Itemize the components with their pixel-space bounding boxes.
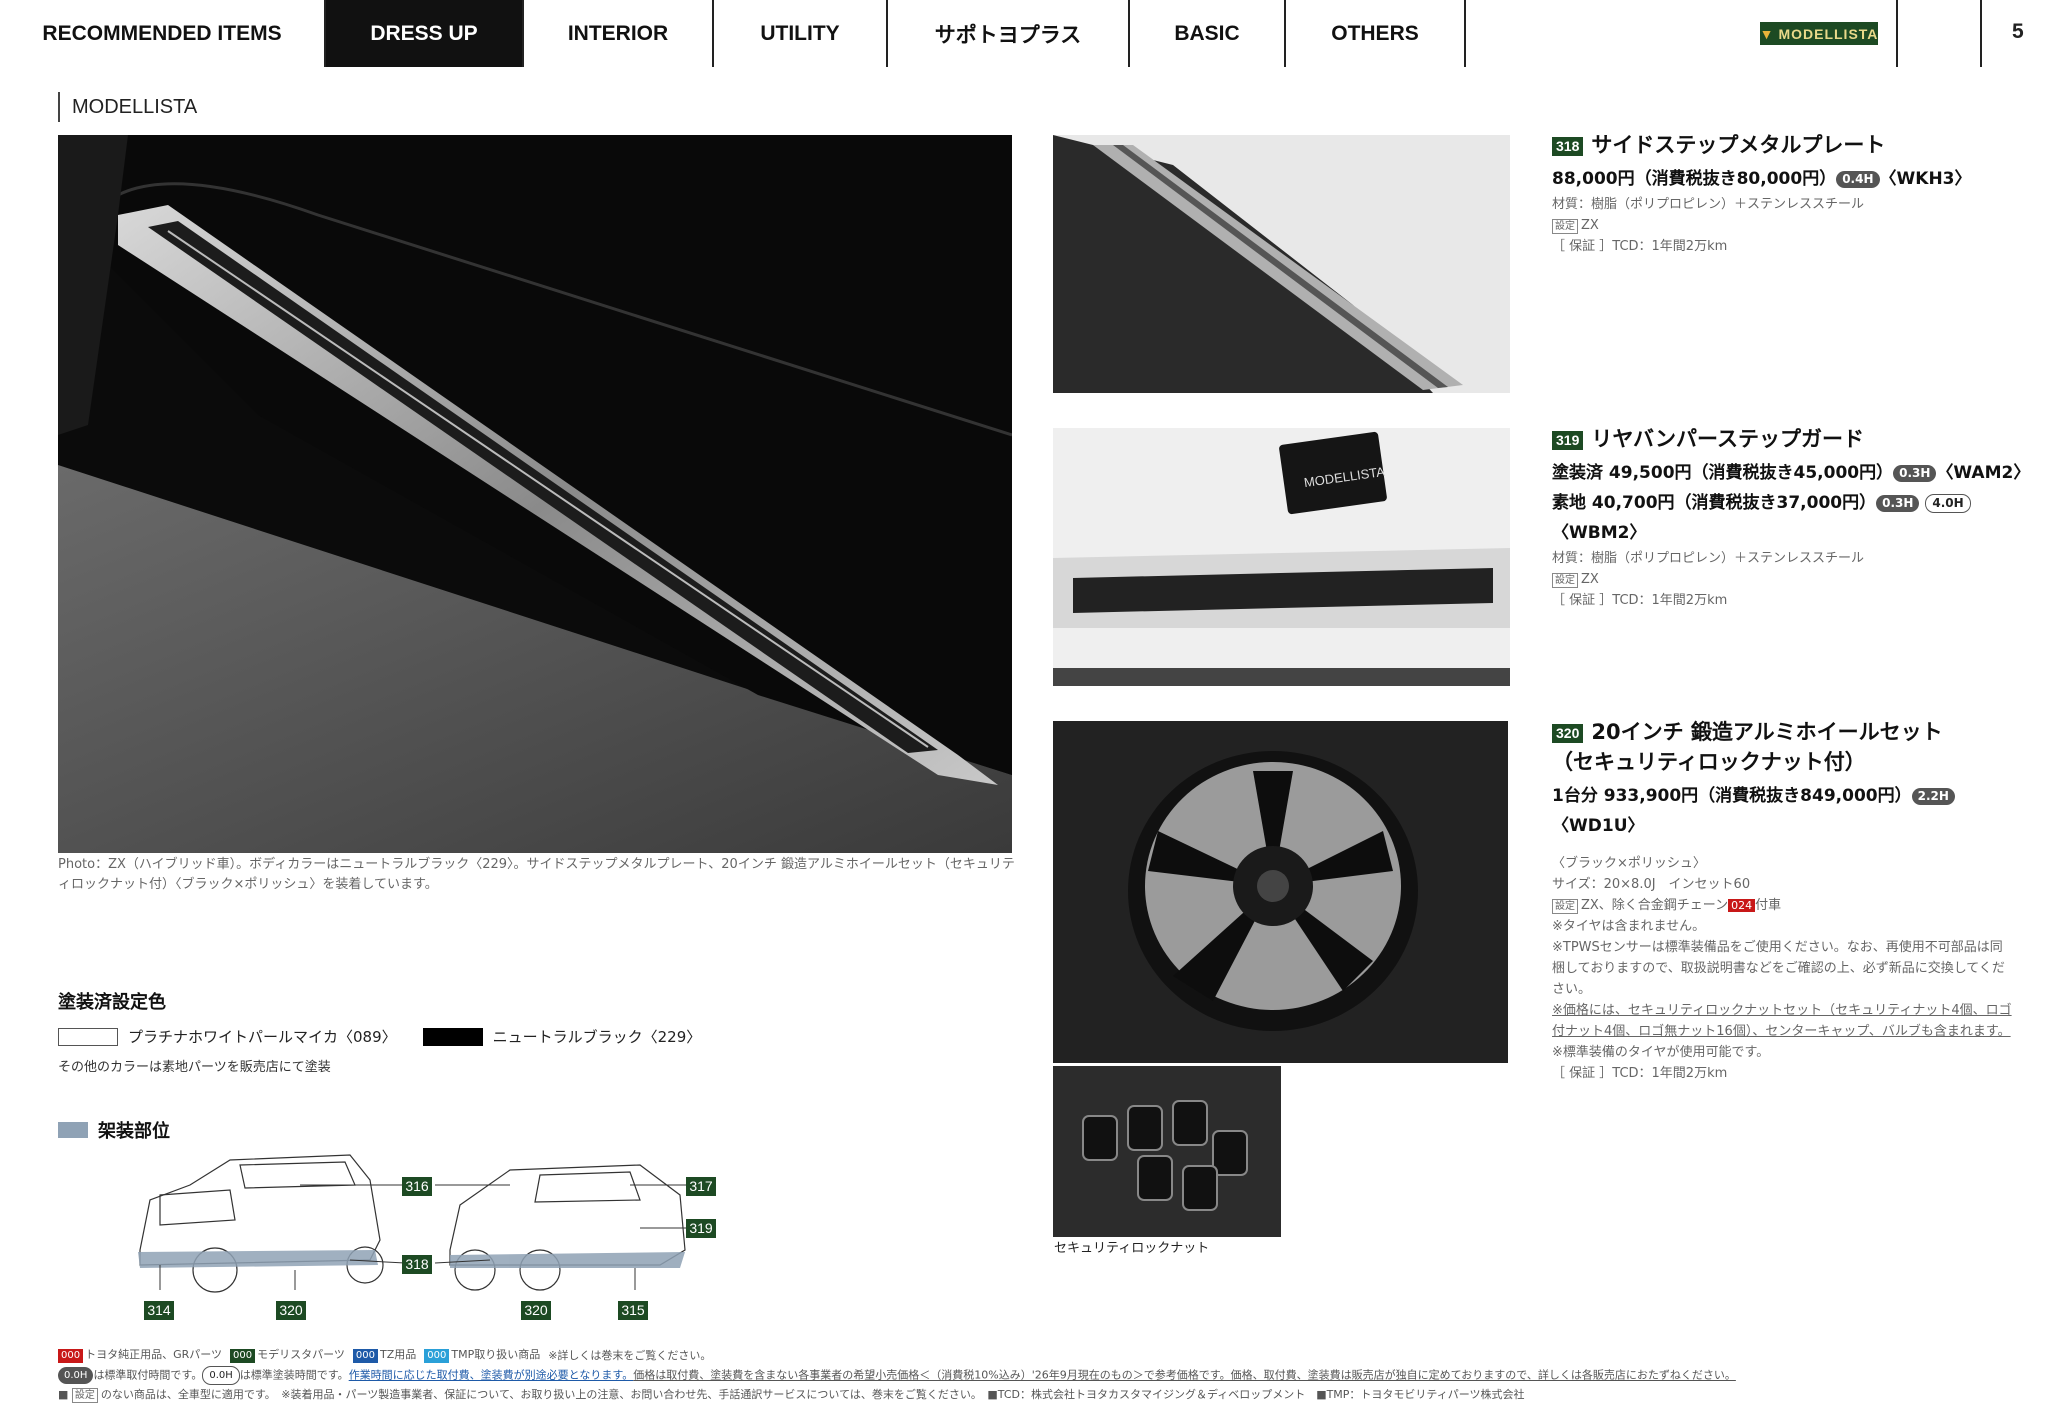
color: 〈ブラック×ポリッシュ〉 [1552, 856, 1706, 871]
size: サイズ：20×8.0J インセット60 [1552, 877, 1751, 892]
product-320: 320 20インチ 鍛造アルミホイールセット （セキュリティロックナット付） 1台… [1552, 717, 2012, 1084]
install-hours-pill: 0.3H [1876, 494, 1920, 512]
swatch-white [58, 1027, 118, 1046]
lock-nut-caption: セキュリティロックナット [1054, 1241, 1210, 1256]
main-photo-caption: Photo：ZX（ハイブリッド車）。ボディカラーはニュートラルブラック〈229〉… [58, 857, 1015, 892]
product-code: 318 [1552, 136, 1584, 156]
page-number: 5 [2012, 20, 2024, 43]
setting-code-badge: 024 [1728, 899, 1756, 912]
footer-line-3: ■ 設定 のない商品は、全車型に適用です。 ※装着用品・パーツ製造事業者、保証につ… [58, 1388, 1525, 1403]
tab-interior[interactable]: INTERIOR [524, 0, 714, 67]
tab-dress-up[interactable]: DRESS UP [326, 0, 524, 67]
price-line: 塗装済 49,500円（消費税抜き45,000円） 0.3H 〈WAM2〉 [1552, 463, 2031, 483]
setting-tag: 設定 [1552, 573, 1578, 588]
setting-tag: 設定 [1552, 219, 1578, 234]
paint-colors: プラチナホワイトパールマイカ〈089〉 ニュートラルブラック〈229〉 [58, 1026, 701, 1047]
tab-others[interactable]: OTHERS [1286, 0, 1466, 67]
setting-tag: 設定 [1552, 899, 1578, 914]
paint-note: その他のカラーは素地パーツを販売店にて塗装 [58, 1060, 331, 1075]
note: ※標準装備のタイヤが使用可能です。 [1552, 1045, 1770, 1060]
price-line: 素地 40,700円（消費税抜き37,000円） 0.3H 4.0H〈WBM2〉 [1552, 488, 2032, 548]
product-title: 20インチ 鍛造アルミホイールセット [1591, 720, 1943, 744]
product-photo-319: MODELLISTA [1053, 428, 1510, 686]
tab-recommended-items[interactable]: RECOMMENDED ITEMS [0, 0, 326, 67]
paint-heading: 塗装済設定色 [58, 992, 166, 1013]
modellista-logo: ▼ MODELLISTA [1760, 22, 1878, 45]
color-name: ニュートラルブラック〈229〉 [492, 1028, 702, 1046]
marker-318: 318 [402, 1255, 432, 1274]
nav-divider [1980, 0, 1982, 67]
marker-315: 315 [618, 1301, 648, 1320]
footer-legend: 000 トヨタ純正用品、GRパーツ 000 モデリスタパーツ 000 TZ用品 000… [58, 1346, 711, 1363]
nav-divider [1896, 0, 1898, 67]
product-319: 319 リヤバンパーステップガード 塗装済 49,500円（消費税抜き45,000… [1552, 424, 2032, 611]
marker-319: 319 [686, 1219, 716, 1238]
material: 材質：樹脂（ポリプロピレン）＋ステンレススチール [1552, 551, 1865, 566]
top-nav: RECOMMENDED ITEMS DRESS UP INTERIOR UTIL… [0, 0, 2048, 67]
warranty: ［ 保証 ］TCD：1年間2万km [1552, 1066, 1728, 1081]
install-hours-pill: 0.3H [1893, 464, 1937, 482]
mounting-legend-swatch [58, 1122, 88, 1138]
color-name: プラチナホワイトパールマイカ〈089〉 [128, 1028, 397, 1046]
product-code: 319 [1552, 430, 1584, 450]
product-photo-320-wheel [1053, 721, 1508, 1063]
setting: 設定 ZX [1552, 215, 2022, 236]
product-title: リヤバンパーステップガード [1591, 427, 1864, 451]
marker-320: 320 [276, 1301, 306, 1320]
warranty: ［ 保証 ］TCD：1年間2万km [1552, 239, 1728, 254]
note: ※価格には、セキュリティロックナットセット（セキュリティナット4個、ロゴ付ナット… [1552, 1003, 2012, 1039]
material: 材質：樹脂（ポリプロピレン）＋ステンレススチール [1552, 197, 1865, 212]
product-photo-lock-nut [1053, 1066, 1281, 1237]
mounting-diagram [120, 1140, 740, 1320]
product-photo-318 [1053, 135, 1510, 393]
tab-sapo-toyo-plus[interactable]: サポトヨプラス [888, 0, 1130, 67]
setting: 設定 ZX、除く合金鋼チェーン 024 付車 [1552, 895, 2012, 916]
section-title: MODELLISTA [58, 92, 197, 122]
note: ※タイヤは含まれません。 [1552, 919, 1706, 934]
product-title: サイドステップメタルプレート [1591, 133, 1886, 157]
product-code: 320 [1552, 723, 1584, 743]
marker-314: 314 [144, 1301, 174, 1320]
paint-hours-pill: 4.0H [1925, 493, 1971, 513]
warranty: ［ 保証 ］TCD：1年間2万km [1552, 593, 1728, 608]
product-title-line2: （セキュリティロックナット付） [1552, 750, 1866, 774]
swatch-black [422, 1027, 483, 1046]
marker-320: 320 [521, 1301, 551, 1320]
tab-utility[interactable]: UTILITY [714, 0, 888, 67]
setting: 設定 ZX [1552, 569, 2032, 590]
product-318: 318 サイドステップメタルプレート 88,000円（消費税抜き80,000円） 0… [1552, 130, 2022, 257]
install-hours-pill: 2.2H [1911, 787, 1955, 805]
tab-basic[interactable]: BASIC [1130, 0, 1286, 67]
price-line: 1台分 933,900円（消費税抜き849,000円） 2.2H〈WD1U〉 [1552, 781, 2012, 841]
marker-316: 316 [402, 1177, 432, 1196]
note: ※TPWSセンサーは標準装備品をご使用ください。なお、再使用不可部品は同梱してお… [1552, 940, 2005, 997]
install-hours-pill: 0.4H [1836, 170, 1880, 188]
main-photo-side-step [58, 135, 1012, 853]
marker-317: 317 [686, 1177, 716, 1196]
footer-line-2: 0.0H は標準取付時間です。 0.0H は標準塗装時間です。作業時間に応じた取付費、… [58, 1366, 2028, 1385]
price-line: 88,000円（消費税抜き80,000円） 0.4H 〈WKH3〉 [1552, 169, 1972, 189]
